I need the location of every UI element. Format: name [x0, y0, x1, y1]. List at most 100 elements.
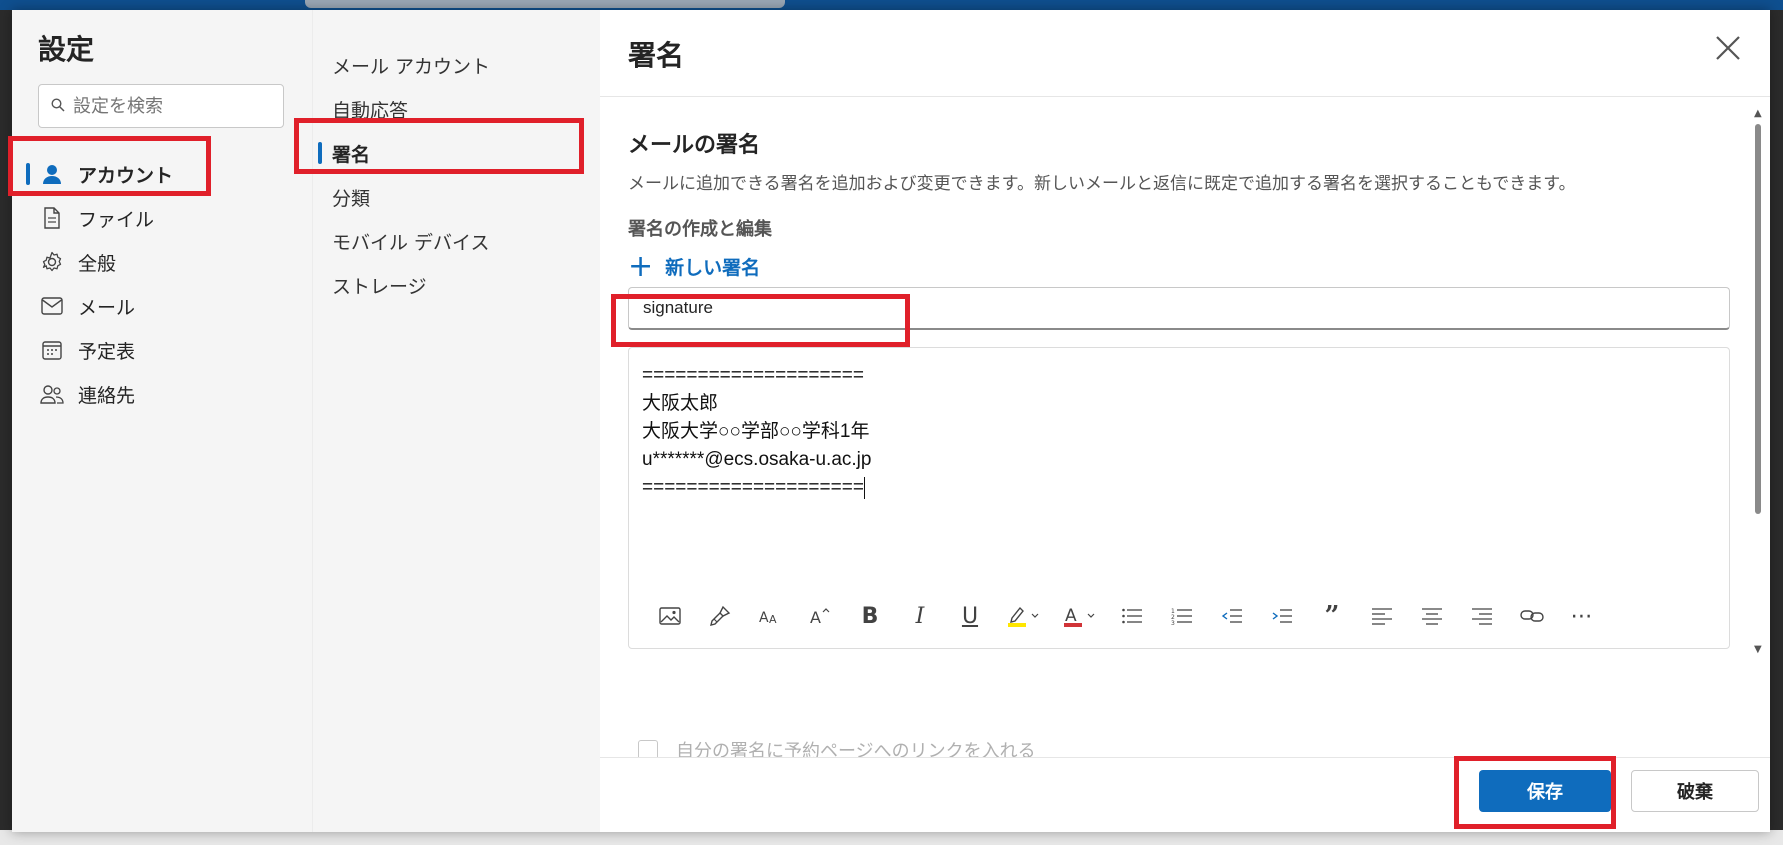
- align-center-icon: [1421, 607, 1443, 625]
- bullet-list-icon: [1121, 607, 1143, 625]
- bullets-button[interactable]: [1107, 598, 1157, 634]
- svg-text:A: A: [810, 608, 821, 626]
- subcategory-item-signature[interactable]: 署名: [313, 131, 601, 175]
- picture-icon: [659, 607, 681, 625]
- booking-link-label: 自分の署名に予約ページへのリンクを入れる: [676, 741, 1036, 757]
- booking-link-checkbox[interactable]: [638, 740, 658, 757]
- font-size-button[interactable]: A: [795, 598, 845, 634]
- category-label: 連絡先: [78, 384, 136, 407]
- subcategory-item-mobile-devices[interactable]: モバイル デバイス: [313, 219, 601, 263]
- italic-button[interactable]: I: [895, 598, 945, 634]
- align-left-icon: [1371, 607, 1393, 625]
- category-item-account[interactable]: アカウント: [12, 152, 312, 196]
- font-size-icon: A: [809, 606, 831, 626]
- outdent-icon: [1221, 607, 1243, 625]
- close-icon: [1715, 35, 1741, 65]
- italic-icon: I: [915, 603, 925, 629]
- category-label: ファイル: [78, 208, 155, 231]
- new-signature-label: 新しい署名: [665, 257, 761, 279]
- subsection-title: 署名の作成と編集: [628, 219, 772, 240]
- svg-text:3: 3: [1171, 620, 1175, 625]
- section-title: メールの署名: [628, 133, 761, 158]
- category-item-contacts[interactable]: 連絡先: [12, 372, 312, 416]
- font-color-button[interactable]: A: [1051, 598, 1107, 634]
- quote-icon: ”: [1324, 601, 1340, 631]
- subcategory-nav: メール アカウント 自動応答 署名 分類 モバイル デバイス ストレージ: [313, 43, 601, 307]
- quote-button[interactable]: ”: [1307, 598, 1357, 634]
- background-search-pill: [305, 0, 785, 8]
- underline-icon: U: [961, 603, 979, 629]
- subcategory-pane: メール アカウント 自動応答 署名 分類 モバイル デバイス ストレージ: [312, 10, 600, 832]
- link-icon: [1520, 608, 1544, 624]
- subcategory-item-categories[interactable]: 分類: [313, 175, 601, 219]
- file-icon: [40, 206, 64, 230]
- calendar-icon: [40, 338, 64, 362]
- category-label: 全般: [78, 252, 117, 275]
- align-right-button[interactable]: [1457, 598, 1507, 634]
- svg-text:A: A: [759, 610, 769, 626]
- bold-icon: B: [861, 603, 879, 629]
- signature-settings-panel: 署名 メールの署名 メールに追加できる署名を追加および変更できます。新しいメール…: [600, 10, 1770, 832]
- more-options-button[interactable]: ⋯: [1557, 598, 1607, 634]
- signature-line: ====================: [642, 365, 864, 386]
- save-button[interactable]: 保存: [1479, 770, 1611, 812]
- format-toolbar: AA A B I U A 1 2 3 ” ⋯: [645, 596, 1607, 636]
- subcategory-item-storage[interactable]: ストレージ: [313, 263, 601, 307]
- numbering-button[interactable]: 123: [1157, 598, 1207, 634]
- new-signature-button[interactable]: + 新しい署名: [628, 251, 761, 281]
- background-app-strip: [0, 830, 1783, 845]
- gear-icon: [40, 250, 64, 274]
- discard-button[interactable]: 破棄: [1631, 770, 1759, 812]
- highlighter-icon: [1006, 604, 1040, 628]
- underline-button[interactable]: U: [945, 598, 995, 634]
- content-scrollbar[interactable]: ▲ ▼: [1746, 104, 1770, 664]
- signature-editor[interactable]: ==================== 大阪太郎 大阪大学○○学部○○学科1年…: [628, 347, 1730, 649]
- bold-button[interactable]: B: [845, 598, 895, 634]
- category-item-file[interactable]: ファイル: [12, 196, 312, 240]
- format-painter-button[interactable]: [695, 598, 745, 634]
- section-description: メールに追加できる署名を追加および変更できます。新しいメールと返信に既定で追加す…: [628, 174, 1576, 194]
- settings-search-input[interactable]: [73, 95, 253, 117]
- signature-line: ====================: [642, 477, 864, 498]
- subcategory-item-auto-reply[interactable]: 自動応答: [313, 87, 601, 131]
- scroll-down-icon[interactable]: ▼: [1754, 644, 1762, 655]
- insert-link-button[interactable]: [1507, 598, 1557, 634]
- category-label: アカウント: [78, 164, 174, 187]
- signature-line: 大阪大学○○学部○○学科1年: [642, 421, 870, 442]
- signature-body[interactable]: ==================== 大阪太郎 大阪大学○○学部○○学科1年…: [642, 362, 871, 502]
- settings-title: 設定: [38, 33, 95, 66]
- highlight-button[interactable]: [995, 598, 1051, 634]
- search-icon: [51, 97, 65, 116]
- signature-name-input[interactable]: [628, 287, 1730, 330]
- settings-dialog: 設定 アカウント ファイル: [12, 10, 1770, 832]
- indent-icon: [1271, 607, 1293, 625]
- align-left-button[interactable]: [1357, 598, 1407, 634]
- person-icon: [40, 162, 64, 186]
- font-color-icon: A: [1062, 604, 1096, 628]
- settings-category-pane: 設定 アカウント ファイル: [12, 10, 312, 832]
- insert-picture-button[interactable]: [645, 598, 695, 634]
- category-item-calendar[interactable]: 予定表: [12, 328, 312, 372]
- signature-line: 大阪太郎: [642, 393, 719, 414]
- footer-divider: [600, 757, 1770, 758]
- people-icon: [40, 382, 64, 406]
- text-caret: [863, 476, 865, 499]
- category-item-general[interactable]: 全般: [12, 240, 312, 284]
- svg-text:A: A: [769, 613, 777, 626]
- settings-search[interactable]: [38, 84, 284, 128]
- font-button[interactable]: AA: [745, 598, 795, 634]
- increase-indent-button[interactable]: [1257, 598, 1307, 634]
- scroll-up-icon[interactable]: ▲: [1754, 108, 1762, 119]
- category-item-mail[interactable]: メール: [12, 284, 312, 328]
- subcategory-item-mail-accounts[interactable]: メール アカウント: [313, 43, 601, 87]
- mail-icon: [40, 294, 64, 318]
- category-nav: アカウント ファイル 全般 メール 予定表 連絡先: [12, 152, 312, 416]
- signature-content: メールの署名 メールに追加できる署名を追加および変更できます。新しいメールと返信…: [600, 97, 1745, 757]
- close-button[interactable]: [1708, 30, 1748, 70]
- align-center-button[interactable]: [1407, 598, 1457, 634]
- decrease-indent-button[interactable]: [1207, 598, 1257, 634]
- scroll-thumb[interactable]: [1755, 124, 1761, 514]
- font-icon: AA: [759, 606, 781, 626]
- more-icon: ⋯: [1570, 603, 1594, 629]
- booking-link-option[interactable]: 自分の署名に予約ページへのリンクを入れる: [638, 737, 1036, 757]
